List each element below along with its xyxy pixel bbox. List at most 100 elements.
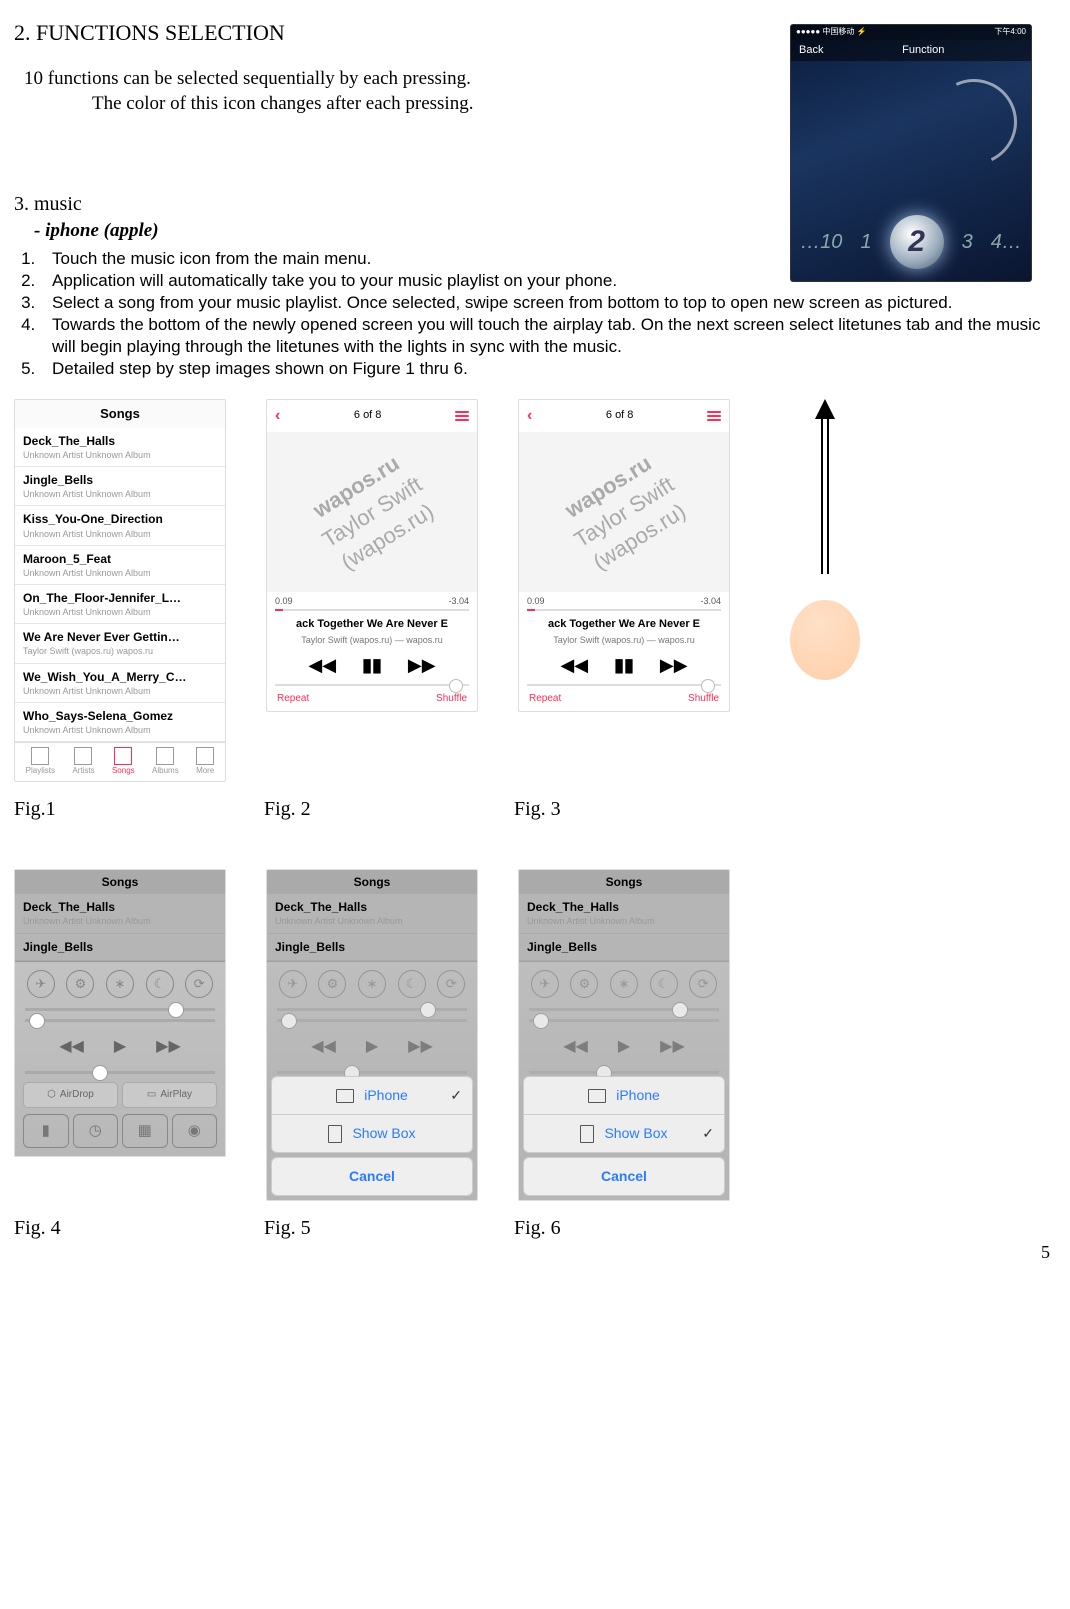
shuffle-button: Shuffle (436, 692, 467, 706)
next-icon: ▶▶ (660, 653, 688, 677)
fig1-songs-list: Songs Deck_The_HallsUnknown Artist Unkno… (14, 399, 226, 782)
cc-playback-controls: ◀◀▶▶▶ (21, 1030, 219, 1064)
list-icon (707, 411, 721, 421)
caption-fig3: Fig. 3 (514, 796, 724, 823)
list-item: Deck_The_Halls (527, 899, 721, 915)
camera-icon: ◉ (172, 1114, 218, 1148)
repeat-button: Repeat (277, 692, 309, 706)
time-remaining: -3.04 (700, 595, 721, 607)
tab-albums: Albums (152, 747, 179, 777)
fig2-now-playing: ‹ 6 of 8 wapos.ruTaylor Swift(wapos.ru) … (266, 399, 478, 712)
back-chevron-icon: ‹ (275, 405, 280, 427)
screen-title: Function (902, 43, 944, 58)
step-4: Towards the bottom of the newly opened s… (40, 314, 1056, 357)
songs-header: Songs (519, 870, 729, 894)
track-name: ack Together We Are Never E (267, 615, 477, 634)
swipe-up-indicator (770, 399, 880, 680)
tab-songs: Songs (112, 747, 135, 777)
dial-num: 3 (962, 229, 973, 256)
scrubber (527, 609, 721, 611)
gauge-arc (919, 67, 1029, 177)
caption-fig4: Fig. 4 (14, 1215, 224, 1242)
tab-bar: Playlists Artists Songs Albums More (15, 742, 225, 781)
airplay-option-iphone: iPhone (523, 1076, 725, 1115)
function-dial: …10 1 2 3 4… (790, 177, 1032, 282)
volume-slider (527, 684, 721, 686)
list-icon (455, 411, 469, 421)
pause-icon: ▮▮ (362, 653, 382, 677)
list-item: Jingle_Bells (527, 939, 721, 955)
album-art: wapos.ruTaylor Swift(wapos.ru) (519, 432, 729, 592)
function-phone-screenshot: ●●●●● 中国移动 ⚡下午4:00 BackFunction …10 1 2 … (790, 24, 1032, 282)
caption-fig6: Fig. 6 (514, 1215, 724, 1242)
tab-more: More (196, 747, 214, 777)
fig5-airplay-sheet: Songs Deck_The_HallsUnknown Artist Unkno… (266, 869, 478, 1201)
playback-controls: ◀◀ ▮▮ ▶▶ (519, 650, 729, 680)
finger-icon (790, 600, 860, 680)
fig4-control-center: Songs Deck_The_HallsUnknown Artist Unkno… (14, 869, 226, 1157)
airplay-option-iphone: iPhone✓ (271, 1076, 473, 1115)
list-item: Deck_The_HallsUnknown Artist Unknown Alb… (15, 428, 225, 467)
dial-current: 2 (890, 215, 944, 269)
step-5: Detailed step by step images shown on Fi… (40, 358, 1056, 379)
cc-volume-slider (25, 1071, 215, 1074)
track-info: Taylor Swift (wapos.ru) — wapos.ru (519, 634, 729, 650)
songs-header: Songs (15, 870, 225, 894)
list-item: Deck_The_Halls (275, 899, 469, 915)
dnd-icon: ☾ (146, 970, 174, 998)
playback-controls: ◀◀ ▮▮ ▶▶ (267, 650, 477, 680)
airplay-button: ▭ AirPlay (122, 1082, 217, 1108)
caption-fig1: Fig.1 (14, 796, 224, 823)
list-item: Kiss_You-One_DirectionUnknown Artist Unk… (15, 506, 225, 545)
tab-playlists: Playlists (26, 747, 55, 777)
airplay-sheet: iPhone✓ Show Box Cancel (267, 1072, 477, 1200)
list-item: On_The_Floor-Jennifer_L…Unknown Artist U… (15, 585, 225, 624)
prev-icon: ◀◀ (308, 653, 336, 677)
back-chevron-icon: ‹ (527, 405, 532, 427)
step-3: Select a song from your music playlist. … (40, 292, 1056, 313)
airplay-option-showbox: Show Box✓ (523, 1115, 725, 1153)
wifi-icon: ⚙ (66, 970, 94, 998)
dial-num: 4… (991, 229, 1022, 256)
next-icon: ▶▶ (408, 653, 436, 677)
flashlight-icon: ▮ (23, 1114, 69, 1148)
bluetooth-icon: ∗ (106, 970, 134, 998)
prev-icon: ◀◀ (560, 653, 588, 677)
volume-slider (275, 684, 469, 686)
monitor-icon (588, 1089, 606, 1103)
album-art: wapos.ruTaylor Swift(wapos.ru) (267, 432, 477, 592)
time-elapsed: 0.09 (527, 595, 545, 607)
status-carrier: ●●●●● 中国移动 ⚡ (796, 27, 867, 38)
fig3-now-playing: ‹ 6 of 8 wapos.ruTaylor Swift(wapos.ru) … (518, 399, 730, 712)
track-counter: 6 of 8 (354, 408, 382, 423)
songs-header: Songs (15, 400, 225, 428)
airplane-icon: ✈ (27, 970, 55, 998)
brightness-slider (25, 1008, 215, 1011)
list-item: Maroon_5_FeatUnknown Artist Unknown Albu… (15, 546, 225, 585)
airplay-cancel-button: Cancel (271, 1157, 473, 1196)
caption-fig2: Fig. 2 (264, 796, 474, 823)
list-item: Jingle_Bells (275, 939, 469, 955)
list-item: We_Wish_You_A_Merry_C…Unknown Artist Unk… (15, 664, 225, 703)
fig6-airplay-sheet: Songs Deck_The_HallsUnknown Artist Unkno… (518, 869, 730, 1201)
next-icon: ▶▶ (156, 1036, 181, 1058)
check-icon: ✓ (702, 1124, 714, 1143)
track-name: ack Together We Are Never E (519, 615, 729, 634)
airplay-option-showbox: Show Box (271, 1115, 473, 1153)
page-number: 5 (1041, 1240, 1050, 1264)
airdrop-button: ⬡ AirDrop (23, 1082, 118, 1108)
time-elapsed: 0.09 (275, 595, 293, 607)
repeat-button: Repeat (529, 692, 561, 706)
monitor-icon (336, 1089, 354, 1103)
timer-icon: ◷ (73, 1114, 119, 1148)
time-remaining: -3.04 (448, 595, 469, 607)
list-item: We Are Never Ever Gettin…Taylor Swift (w… (15, 624, 225, 663)
status-time: 下午4:00 (994, 27, 1026, 38)
prev-icon: ◀◀ (59, 1036, 84, 1058)
tab-artists: Artists (72, 747, 94, 777)
caption-fig5: Fig. 5 (264, 1215, 474, 1242)
dial-num: 1 (860, 229, 871, 256)
lock-rotation-icon: ⟳ (185, 970, 213, 998)
airplay-cancel-button: Cancel (523, 1157, 725, 1196)
pause-icon: ▮▮ (614, 653, 634, 677)
